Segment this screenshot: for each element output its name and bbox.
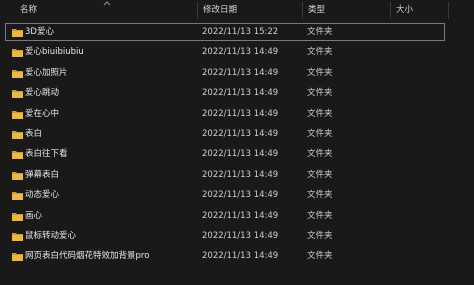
- name-column-header[interactable]: 名称: [20, 4, 37, 16]
- folder-icon: [12, 232, 23, 241]
- file-name: 动态爱心: [25, 190, 60, 201]
- file-row[interactable]: 爱在心中 2022/11/13 14:49 文件夹: [0, 104, 474, 124]
- file-name: 爱心biuibiubiu: [25, 47, 84, 58]
- file-row[interactable]: 3D爱心 2022/11/13 15:22 文件夹: [0, 22, 474, 42]
- chevron-up-icon[interactable]: [102, 0, 112, 6]
- folder-icon: [12, 253, 23, 262]
- file-date: 2022/11/13 14:49: [202, 169, 279, 180]
- file-row[interactable]: 表白 2022/11/13 14:49 文件夹: [0, 124, 474, 144]
- size-column-header[interactable]: 大小: [396, 4, 413, 16]
- folder-icon: [12, 90, 23, 99]
- file-name: 3D爱心: [25, 27, 54, 37]
- file-date: 2022/11/13 14:49: [202, 230, 279, 241]
- file-type: 文件夹: [307, 47, 333, 58]
- file-name: 爱在心中: [25, 108, 60, 119]
- file-date: 2022/11/13 14:49: [202, 149, 279, 160]
- folder-icon: [12, 192, 23, 201]
- file-date: 2022/11/13 14:49: [202, 67, 279, 78]
- column-divider[interactable]: [197, 2, 198, 19]
- file-row[interactable]: 动态爱心 2022/11/13 14:49 文件夹: [0, 185, 474, 205]
- file-row[interactable]: 网页表白代码烟花特效加背景pro 2022/11/13 14:49 文件夹: [0, 246, 474, 266]
- folder-icon: [12, 29, 23, 37]
- column-divider[interactable]: [390, 2, 391, 19]
- date-column-header[interactable]: 修改日期: [203, 4, 237, 16]
- folder-icon: [12, 130, 23, 139]
- column-header: 名称 修改日期 类型 大小: [0, 0, 474, 22]
- file-name: 弹幕表白: [25, 169, 60, 180]
- file-type: 文件夹: [307, 128, 333, 139]
- file-date: 2022/11/13 14:49: [202, 210, 279, 221]
- file-type: 文件夹: [307, 88, 333, 99]
- file-date: 2022/11/13 14:49: [202, 47, 279, 58]
- file-name: 表白往下看: [25, 149, 68, 160]
- file-row[interactable]: 爱心加照片 2022/11/13 14:49 文件夹: [0, 63, 474, 83]
- file-type: 文件夹: [307, 230, 333, 241]
- file-row[interactable]: 表白往下看 2022/11/13 14:49 文件夹: [0, 144, 474, 164]
- folder-icon: [12, 69, 23, 78]
- file-type: 文件夹: [307, 67, 333, 78]
- folder-icon: [12, 212, 23, 221]
- file-type: 文件夹: [307, 169, 333, 180]
- file-type: 文件夹: [307, 210, 333, 221]
- file-type: 文件夹: [307, 190, 333, 201]
- column-divider[interactable]: [302, 2, 303, 19]
- file-row[interactable]: 弹幕表白 2022/11/13 14:49 文件夹: [0, 165, 474, 185]
- file-row[interactable]: 爱心biuibiubiu 2022/11/13 14:49 文件夹: [0, 42, 474, 62]
- folder-icon: [12, 171, 23, 180]
- file-list: 3D爱心 2022/11/13 15:22 文件夹 爱心biuibiubiu 2022/…: [0, 22, 474, 267]
- column-divider[interactable]: [448, 2, 449, 19]
- file-date: 2022/11/13 15:22: [202, 27, 279, 37]
- folder-icon: [12, 49, 23, 58]
- file-date: 2022/11/13 14:49: [202, 128, 279, 139]
- file-date: 2022/11/13 14:49: [202, 108, 279, 119]
- file-name: 鼠标转动爱心: [25, 230, 77, 241]
- folder-icon: [12, 110, 23, 119]
- file-row[interactable]: 鼠标转动爱心 2022/11/13 14:49 文件夹: [0, 226, 474, 246]
- file-type: 文件夹: [307, 251, 333, 262]
- file-date: 2022/11/13 14:49: [202, 190, 279, 201]
- file-name: 画心: [25, 210, 43, 221]
- file-type: 文件夹: [307, 149, 333, 160]
- file-row[interactable]: 爱心跳动 2022/11/13 14:49 文件夹: [0, 83, 474, 103]
- type-column-header[interactable]: 类型: [308, 4, 325, 16]
- file-name: 爱心跳动: [25, 88, 60, 99]
- file-explorer: 名称 修改日期 类型 大小 3D爱心 2022/11/13 15:22 文件夹 爱心b…: [0, 0, 474, 285]
- file-name: 表白: [25, 128, 43, 139]
- file-name: 爱心加照片: [25, 67, 68, 78]
- scrollbar[interactable]: [470, 22, 474, 285]
- file-date: 2022/11/13 14:49: [202, 88, 279, 99]
- file-name: 网页表白代码烟花特效加背景pro: [25, 251, 150, 262]
- file-type: 文件夹: [307, 27, 333, 37]
- folder-icon: [12, 151, 23, 160]
- file-date: 2022/11/13 14:49: [202, 251, 279, 262]
- file-row[interactable]: 画心 2022/11/13 14:49 文件夹: [0, 206, 474, 226]
- file-type: 文件夹: [307, 108, 333, 119]
